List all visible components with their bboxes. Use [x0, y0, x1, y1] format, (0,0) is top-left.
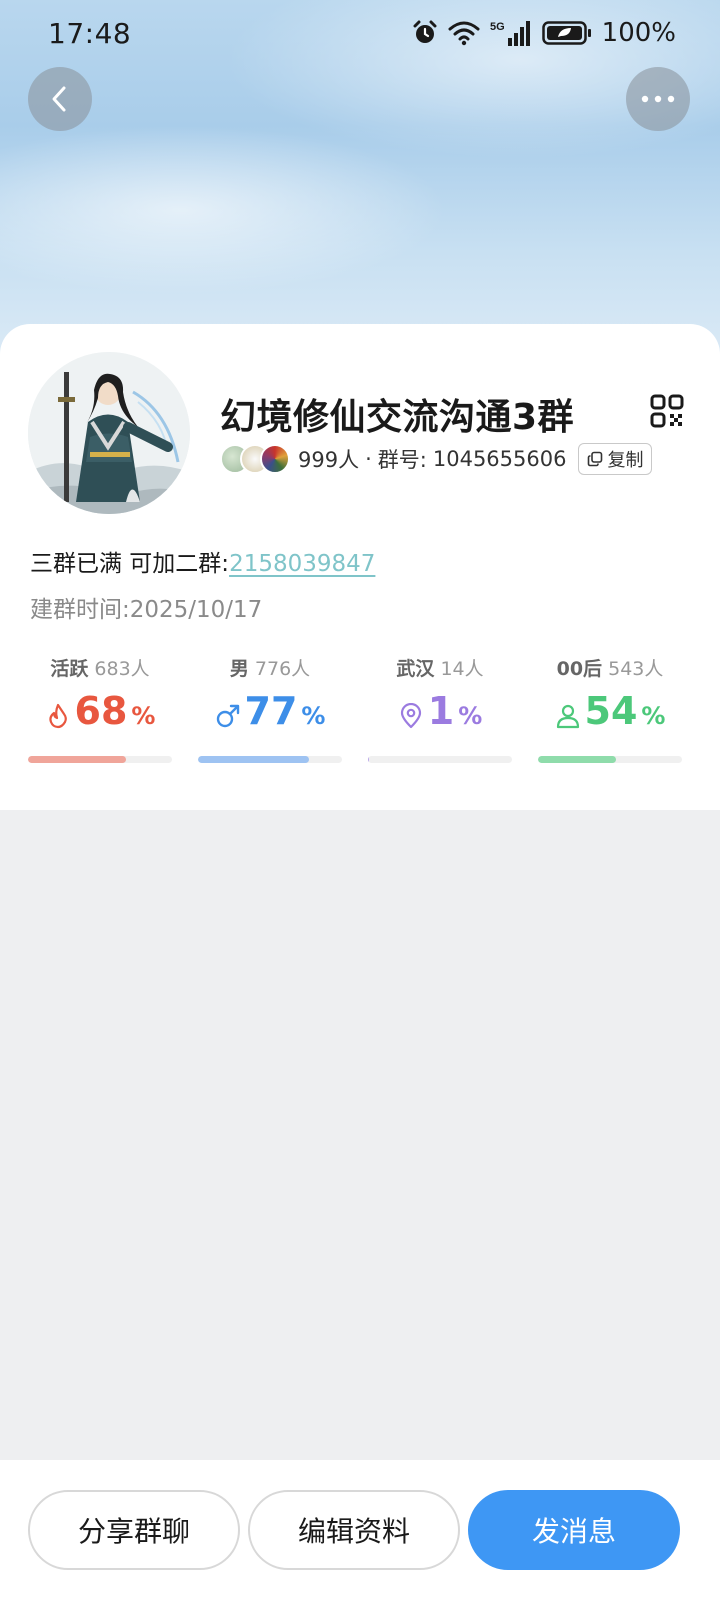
stat-label: 00后 543人 — [556, 658, 664, 680]
copy-icon — [588, 451, 603, 467]
stat-gender[interactable]: 男 776人 77% — [198, 654, 342, 764]
stat-label: 武汉 14人 — [396, 658, 484, 680]
back-button[interactable] — [28, 67, 92, 131]
stat-label: 活跃 683人 — [50, 658, 150, 680]
bottom-action-bar: 分享群聊 编辑资料 发消息 — [0, 1460, 720, 1600]
member-stats: 活跃 683人 68% 男 776人 77% 武汉 14人 1 % 00后 54… — [28, 654, 692, 764]
group-description: 三群已满 可加二群:2158039847 — [30, 544, 375, 578]
copy-button[interactable]: 复制 — [578, 443, 653, 475]
stat-value: 54% — [538, 692, 682, 740]
more-horizontal-icon — [641, 95, 675, 103]
location-pin-icon — [400, 703, 421, 729]
share-group-button[interactable]: 分享群聊 — [28, 1490, 240, 1570]
stat-active[interactable]: 活跃 683人 68% — [28, 654, 172, 764]
battery-icon — [541, 21, 591, 45]
flame-icon — [48, 703, 67, 729]
description-text: 三群已满 可加二群: — [30, 551, 230, 577]
created-date-line: 建群时间:2025/10/17 — [30, 590, 262, 624]
stat-bar — [368, 756, 512, 763]
stat-value: 77% — [198, 692, 342, 740]
wifi-icon — [448, 21, 480, 46]
chevron-left-icon — [52, 86, 66, 112]
group-id-value: 1045655606 — [432, 447, 567, 471]
swordsman-avatar-image — [28, 352, 190, 514]
battery-percentage: 100% — [601, 18, 676, 48]
meta-separator: · — [365, 447, 372, 471]
signal-icon: 5G — [490, 21, 530, 46]
status-bar: 17:48 5G 100% — [0, 0, 720, 66]
stat-age[interactable]: 00后 543人 54% — [538, 654, 682, 764]
alarm-icon — [413, 20, 437, 43]
created-date: 2025/10/17 — [129, 597, 263, 623]
edit-profile-button[interactable]: 编辑资料 — [248, 1490, 460, 1570]
person-icon — [556, 704, 579, 729]
status-icons: 5G 100% — [412, 18, 676, 48]
member-avatar — [260, 444, 290, 474]
group-name: 幻境修仙交流沟通3群 — [220, 397, 575, 438]
member-avatars[interactable] — [220, 444, 290, 474]
member-count[interactable]: 999人 — [298, 444, 359, 474]
network-label: 5G — [490, 21, 505, 33]
group-meta-row: 999人 · 群号: 1045655606 复制 — [220, 442, 653, 476]
created-label: 建群时间: — [30, 597, 130, 623]
send-message-button[interactable]: 发消息 — [468, 1490, 680, 1570]
group-avatar[interactable] — [28, 352, 190, 514]
description-link[interactable]: 2158039847 — [229, 551, 375, 577]
stat-bar — [28, 756, 172, 763]
stat-bar — [538, 756, 682, 763]
stat-value: 68% — [28, 692, 172, 740]
stat-label: 男 776人 — [229, 658, 311, 680]
group-info-card: 幻境修仙交流沟通3群 999人 · 群号: 1045655606 复制 三群已满… — [0, 324, 720, 810]
stat-bar — [198, 756, 342, 763]
more-button[interactable] — [626, 67, 690, 131]
qr-code-icon[interactable] — [650, 394, 684, 428]
group-id-label: 群号: — [377, 448, 427, 472]
male-icon — [216, 704, 239, 728]
status-time: 17:48 — [48, 16, 132, 50]
stat-location[interactable]: 武汉 14人 1% — [368, 654, 512, 764]
stat-value: 1% — [368, 692, 512, 740]
copy-label: 复制 — [607, 450, 644, 471]
